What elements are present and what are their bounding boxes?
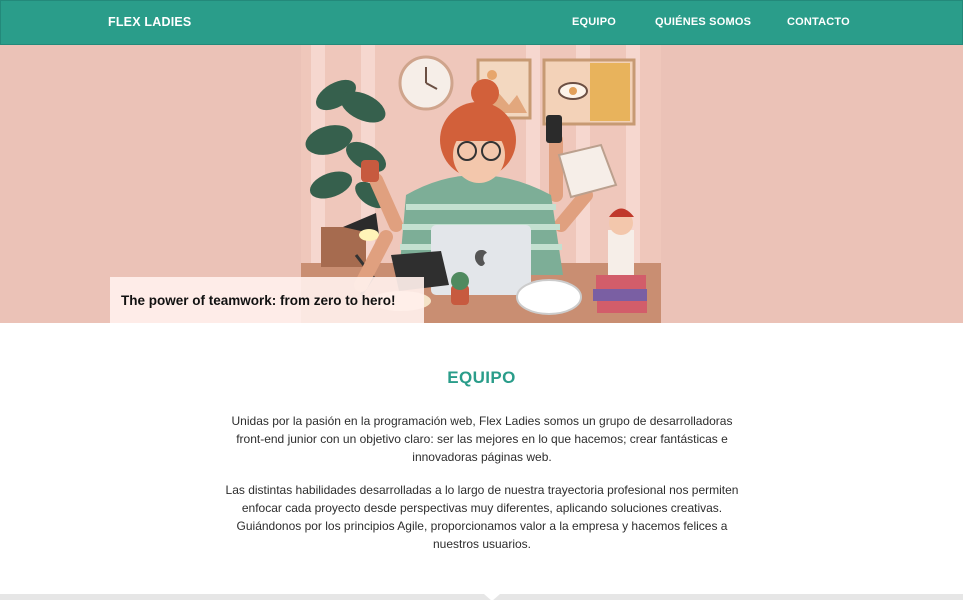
nav-link-quienes-somos[interactable]: QUIÉNES SOMOS — [655, 16, 751, 28]
section-divider — [0, 594, 963, 600]
nav-link-contacto[interactable]: CONTACTO — [787, 16, 850, 28]
nav-link-equipo[interactable]: EQUIPO — [572, 16, 616, 28]
equipo-heading: EQUIPO — [447, 368, 516, 387]
top-navbar: FLEX LADIES EQUIPO QUIÉNES SOMOS CONTACT… — [0, 0, 963, 45]
hero-banner: The power of teamwork: from zero to hero… — [0, 45, 963, 323]
hero-caption: The power of teamwork: from zero to hero… — [110, 277, 424, 323]
equipo-paragraph: Las distintas habilidades desarrolladas … — [225, 483, 739, 551]
hero-caption-text: The power of teamwork: from zero to hero… — [121, 293, 396, 308]
equipo-paragraph: Unidas por la pasión en la programación … — [231, 414, 733, 464]
brand-logo-link[interactable]: FLEX LADIES — [108, 15, 191, 29]
divider-notch — [484, 594, 500, 600]
